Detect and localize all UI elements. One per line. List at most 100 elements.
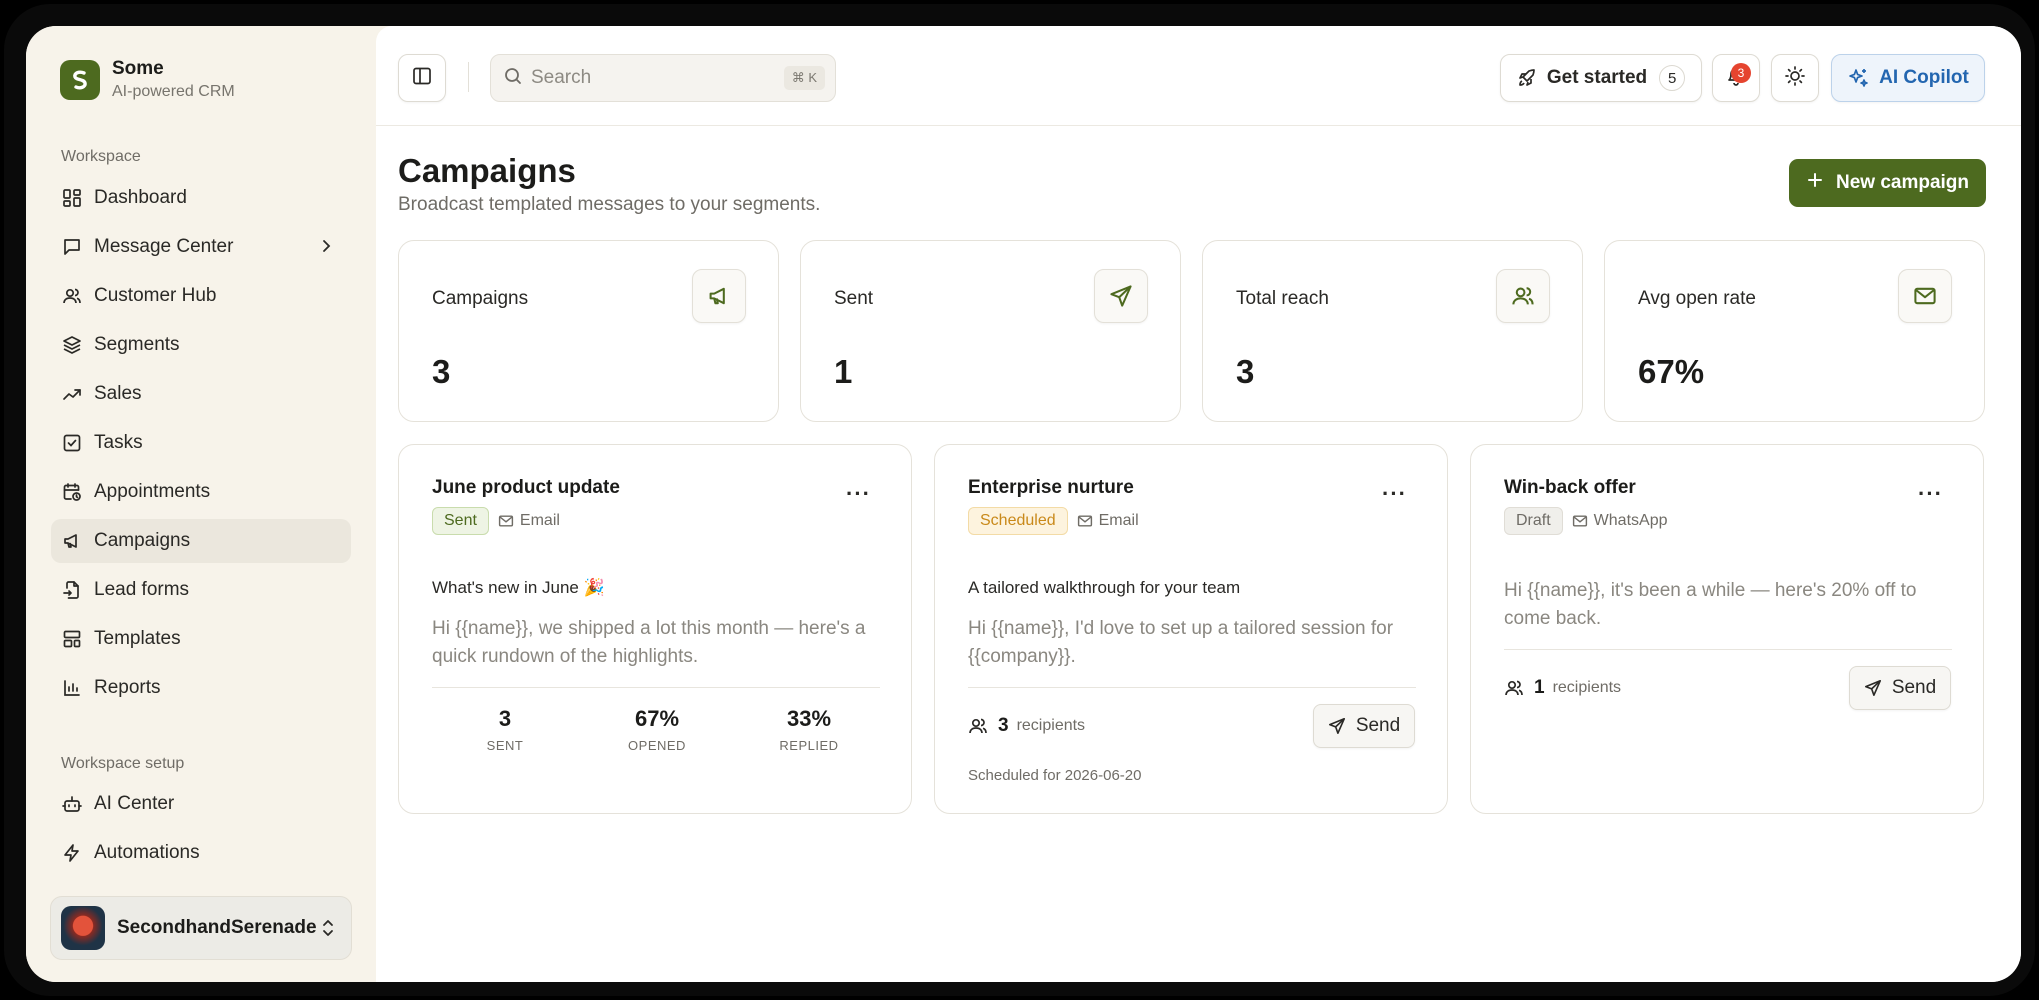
- card-divider: [1504, 649, 1952, 650]
- campaign-subject: What's new in June 🎉: [432, 578, 605, 597]
- send-button[interactable]: Send: [1313, 704, 1415, 748]
- trending-up-icon: [61, 383, 83, 405]
- get-started-button[interactable]: Get started 5: [1500, 54, 1702, 102]
- campaign-tags: Scheduled Email: [968, 507, 1139, 535]
- layers-icon: [61, 334, 83, 356]
- stat-value: 3: [1236, 353, 1255, 390]
- bar-chart-icon: [61, 677, 83, 699]
- send-label: Send: [1355, 715, 1401, 736]
- search-input[interactable]: [531, 67, 771, 89]
- sidebar-item-appointments[interactable]: Appointments: [51, 470, 351, 514]
- theme-toggle-button[interactable]: [1771, 54, 1819, 102]
- send-button[interactable]: Send: [1849, 666, 1951, 710]
- stat-card-avg-open-rate: Avg open rate 67%: [1604, 240, 1985, 422]
- sidebar-item-label: Reports: [94, 677, 161, 698]
- campaign-card-june-product-update[interactable]: June product update ··· Sent Email What'…: [398, 444, 912, 814]
- toggle-sidebar-button[interactable]: [398, 54, 446, 102]
- campaign-card-win-back-offer[interactable]: Win-back offer ··· Draft WhatsApp Hi {{n…: [1470, 444, 1984, 814]
- layout-template-icon: [61, 628, 83, 650]
- campaign-title: Win-back offer: [1504, 477, 1636, 498]
- metric-value: 33%: [786, 706, 832, 731]
- users-icon: [61, 285, 83, 307]
- megaphone-icon: [61, 530, 83, 552]
- campaign-title: Enterprise nurture: [968, 477, 1134, 498]
- campaign-subject: A tailored walkthrough for your team: [968, 578, 1241, 597]
- sidebar-item-label: Automations: [94, 842, 200, 863]
- page-title: Campaigns: [398, 152, 576, 189]
- metric-value: 67%: [634, 706, 680, 731]
- stat-value: 3: [432, 353, 451, 390]
- users-icon: [969, 718, 987, 734]
- campaign-body: Hi {{name}}, it's been a while — here's …: [1504, 580, 1917, 629]
- chevrons-up-down-icon: [319, 917, 337, 944]
- channel-label: Email: [1077, 512, 1139, 530]
- ai-copilot-label: AI Copilot: [1879, 67, 1969, 88]
- sidebar-item-sales[interactable]: Sales: [51, 372, 351, 416]
- get-started-label: Get started: [1546, 67, 1648, 88]
- account-switcher[interactable]: SecondhandSerenade: [50, 896, 352, 960]
- stat-value: 67%: [1638, 353, 1705, 390]
- recipients-label: recipients: [1552, 679, 1622, 696]
- megaphone-icon: [692, 269, 746, 323]
- mail-icon: [1077, 515, 1092, 527]
- status-badge: Draft: [1504, 507, 1563, 535]
- mail-icon: [498, 515, 514, 527]
- sidebar-item-campaigns[interactable]: Campaigns: [51, 519, 351, 563]
- calendar-clock-icon: [61, 481, 83, 503]
- stat-label: Sent: [834, 288, 874, 309]
- check-square-icon: [61, 432, 83, 454]
- status-badge: Sent: [432, 507, 489, 535]
- campaign-body: Hi {{name}}, we shipped a lot this month…: [432, 618, 866, 667]
- account-name: SecondhandSerenade: [117, 917, 317, 938]
- recipients-number: 1: [1534, 677, 1545, 698]
- send-icon: [1328, 717, 1345, 735]
- sidebar-item-automations[interactable]: Automations: [51, 831, 351, 875]
- ai-copilot-button[interactable]: AI Copilot: [1831, 54, 1985, 102]
- metric-label: OPENED: [628, 738, 686, 753]
- send-label: Send: [1891, 677, 1937, 698]
- sidebar-item-customer-hub[interactable]: Customer Hub: [51, 274, 351, 318]
- stat-card-sent: Sent 1: [800, 240, 1181, 422]
- main-content: ⌘ K Get started 5 3 AI Copilot Campaigns…: [376, 26, 2021, 982]
- topbar-divider: [468, 62, 469, 92]
- metric-label: REPLIED: [779, 738, 839, 753]
- sidebar-item-reports[interactable]: Reports: [51, 666, 351, 710]
- metric-replied: 33% REPLIED: [749, 706, 869, 753]
- recipients-count: 3 recipients: [968, 715, 1085, 737]
- sidebar-item-label: Sales: [94, 383, 142, 404]
- sidebar-item-templates[interactable]: Templates: [51, 617, 351, 661]
- channel-label: WhatsApp: [1572, 512, 1667, 530]
- sidebar: Some AI-powered CRM Workspace Dashboard …: [26, 26, 376, 982]
- sidebar-item-segments[interactable]: Segments: [51, 323, 351, 367]
- mail-icon: [1898, 269, 1952, 323]
- brand-name: Some: [112, 58, 164, 79]
- more-options-icon[interactable]: ···: [1918, 481, 1943, 507]
- more-options-icon[interactable]: ···: [846, 481, 871, 507]
- campaign-tags: Sent Email: [432, 507, 560, 535]
- sidebar-item-dashboard[interactable]: Dashboard: [51, 176, 351, 220]
- notifications-button[interactable]: 3: [1712, 54, 1760, 102]
- zap-icon: [61, 842, 83, 864]
- stat-card-campaigns: Campaigns 3: [398, 240, 779, 422]
- card-divider: [968, 687, 1416, 688]
- campaign-body: Hi {{name}}, I'd love to set up a tailor…: [968, 618, 1394, 667]
- notification-badge: 3: [1731, 63, 1751, 83]
- message-square-icon: [61, 236, 83, 258]
- bot-icon: [61, 793, 83, 815]
- brand-logo-icon: [60, 59, 100, 100]
- more-options-icon[interactable]: ···: [1382, 481, 1407, 507]
- layout-grid-icon: [61, 187, 83, 209]
- stat-label: Total reach: [1236, 288, 1329, 309]
- panel-left-icon: [411, 65, 433, 92]
- avatar: [61, 906, 105, 950]
- brand-tagline: AI-powered CRM: [112, 83, 235, 100]
- sidebar-item-tasks[interactable]: Tasks: [51, 421, 351, 465]
- sidebar-item-ai-center[interactable]: AI Center: [51, 782, 351, 826]
- campaign-card-enterprise-nurture[interactable]: Enterprise nurture ··· Scheduled Email A…: [934, 444, 1448, 814]
- new-campaign-button[interactable]: New campaign: [1789, 159, 1986, 207]
- sidebar-item-message-center[interactable]: Message Center: [51, 225, 351, 269]
- sidebar-item-lead-forms[interactable]: Lead forms: [51, 568, 351, 612]
- search-box[interactable]: ⌘ K: [490, 54, 836, 102]
- brand[interactable]: Some AI-powered CRM: [60, 58, 235, 101]
- sidebar-item-label: Templates: [94, 628, 181, 649]
